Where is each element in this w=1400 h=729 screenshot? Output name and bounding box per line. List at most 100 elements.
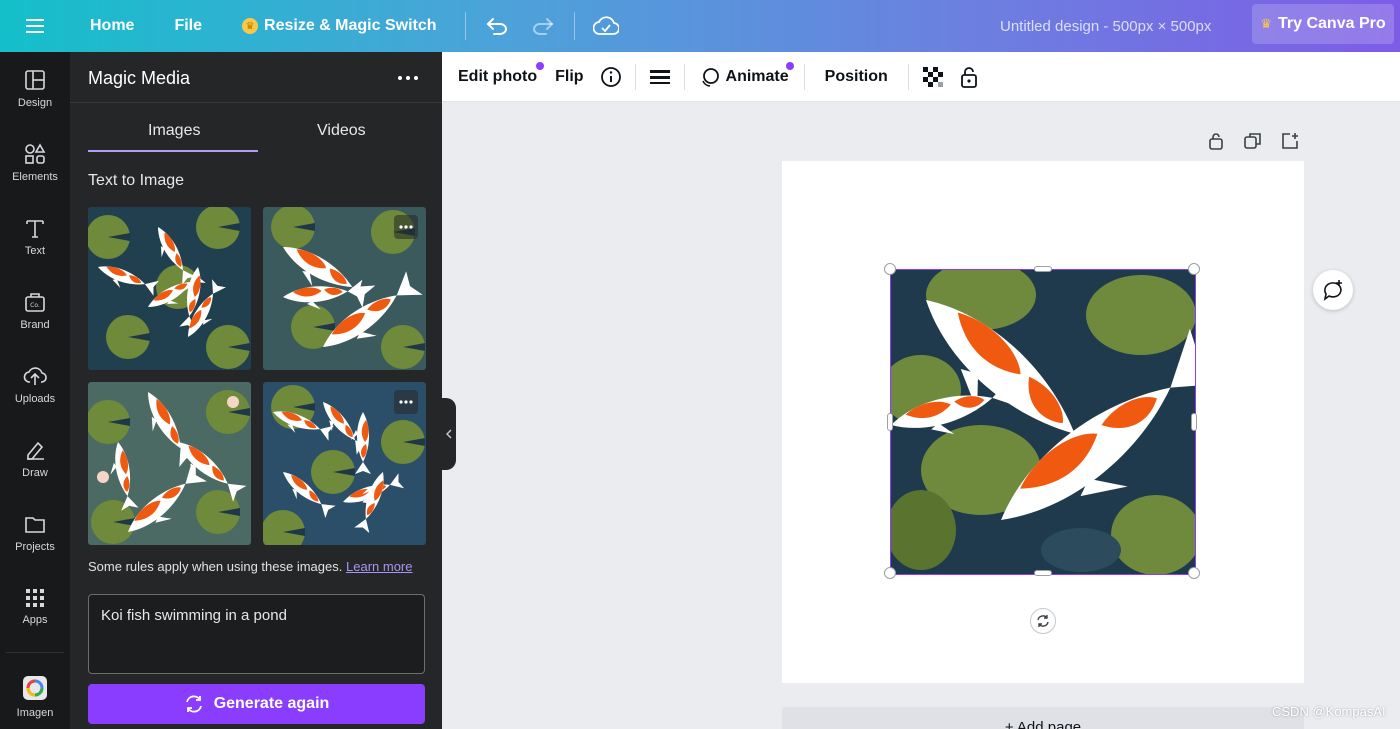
resize-handle-right[interactable]	[1191, 413, 1197, 431]
rail-label: Projects	[15, 541, 55, 553]
rail-item-draw[interactable]: Draw	[0, 424, 70, 494]
design-title[interactable]: Untitled design - 500px × 500px	[1000, 0, 1211, 52]
rail-item-brand[interactable]: Co. Brand	[0, 276, 70, 346]
flip-button[interactable]: Flip	[546, 52, 592, 102]
new-feature-dot	[536, 61, 545, 70]
section-title: Text to Image	[88, 172, 185, 189]
lock-icon	[1209, 133, 1223, 150]
rail-item-imagen[interactable]: Imagen	[0, 662, 70, 729]
resize-magic-switch-button[interactable]: ♛ Resize & Magic Switch	[222, 0, 457, 52]
collapse-panel-handle[interactable]	[442, 398, 456, 470]
rail-item-uploads[interactable]: Uploads	[0, 350, 70, 420]
resize-handle-top-left[interactable]	[884, 263, 896, 275]
animate-button[interactable]: Animate	[691, 52, 798, 102]
position-button[interactable]: Position	[811, 52, 902, 102]
rail-label: Brand	[20, 319, 50, 331]
panel-more-button[interactable]	[396, 66, 420, 90]
transparency-button[interactable]	[915, 52, 951, 102]
info-icon	[600, 66, 621, 87]
file-menu[interactable]: File	[154, 0, 222, 52]
add-page-icon	[1282, 133, 1298, 149]
learn-more-link[interactable]: Learn more	[346, 559, 412, 574]
watermark-text: CSDN @KompasAI	[1272, 704, 1386, 719]
rotate-handle[interactable]	[1030, 608, 1056, 634]
rail-label: Text	[24, 245, 46, 257]
chevron-left-icon	[446, 429, 452, 439]
lock-button[interactable]	[951, 52, 987, 102]
rail-label: Imagen	[16, 707, 54, 719]
edit-photo-label: Edit photo	[458, 67, 538, 85]
redo-icon	[532, 18, 553, 35]
duplicate-page-button[interactable]	[1242, 130, 1264, 152]
try-pro-label: Try Canva Pro	[1278, 15, 1386, 32]
generated-image-4[interactable]	[263, 382, 426, 545]
generated-image-1[interactable]	[88, 207, 251, 370]
toolbar-divider	[683, 63, 685, 90]
add-comment-button[interactable]	[1313, 270, 1353, 310]
image-more-button[interactable]	[394, 215, 418, 239]
animate-icon	[701, 67, 719, 87]
rail-item-design[interactable]: Design	[0, 54, 70, 124]
crown-icon: ♛	[242, 18, 259, 34]
undo-icon	[486, 18, 507, 35]
generate-again-button[interactable]: Generate again	[88, 684, 425, 724]
crown-icon: ♛	[1260, 16, 1273, 31]
magic-media-panel: Magic Media Images Videos Text to Image	[70, 52, 442, 729]
brand-icon: Co.	[25, 293, 45, 312]
image-more-button[interactable]	[394, 390, 418, 414]
usage-rules-text: Some rules apply when using these images…	[88, 559, 412, 574]
apps-icon	[26, 589, 44, 607]
lock-icon	[960, 66, 977, 88]
left-rail: Design Elements Text Co. Brand Uploads D…	[0, 52, 70, 729]
rail-label: Elements	[12, 171, 58, 183]
generate-label: Generate again	[213, 695, 330, 712]
tab-videos[interactable]: Videos	[317, 122, 366, 140]
resize-handle-bottom-right[interactable]	[1188, 567, 1200, 579]
resize-handle-bottom[interactable]	[1034, 570, 1052, 576]
prompt-textarea[interactable]: Koi fish swimming in a pond	[88, 594, 425, 674]
koi-pond-image	[88, 382, 251, 545]
rules-label: Some rules apply when using these images…	[88, 559, 343, 574]
generated-image-3[interactable]	[88, 382, 251, 545]
rail-item-projects[interactable]: Projects	[0, 498, 70, 568]
resize-handle-bottom-left[interactable]	[884, 567, 896, 579]
add-page-button-top[interactable]	[1279, 130, 1301, 152]
info-button[interactable]	[593, 52, 629, 102]
rail-label: Uploads	[14, 393, 56, 405]
topbar-divider	[573, 12, 575, 40]
rail-divider	[6, 652, 64, 653]
border-style-button[interactable]	[642, 52, 678, 102]
generated-image-2[interactable]	[263, 207, 426, 370]
rail-item-elements[interactable]: Elements	[0, 128, 70, 198]
rotate-icon	[1037, 615, 1049, 627]
undo-button[interactable]	[474, 0, 520, 52]
elements-icon	[25, 143, 46, 164]
design-icon	[25, 70, 45, 90]
resize-label: Resize & Magic Switch	[264, 17, 437, 34]
uploads-icon	[23, 367, 47, 385]
cloud-check-icon	[592, 16, 619, 35]
rail-label: Apps	[22, 614, 48, 626]
try-canva-pro-button[interactable]: ♛ Try Canva Pro	[1252, 4, 1394, 44]
top-bar: Home File ♛ Resize & Magic Switch Untitl…	[0, 0, 1400, 52]
rail-item-apps[interactable]: Apps	[0, 572, 70, 642]
svg-text:Co.: Co.	[30, 302, 40, 309]
resize-handle-top[interactable]	[1034, 266, 1052, 272]
rail-item-text[interactable]: Text	[0, 202, 70, 272]
main-menu-button[interactable]	[0, 0, 70, 52]
resize-handle-left[interactable]	[887, 413, 893, 431]
cloud-save-button[interactable]	[583, 0, 629, 52]
redo-button[interactable]	[520, 0, 566, 52]
tab-images[interactable]: Images	[148, 122, 200, 140]
context-toolbar: Edit photo Flip Animate Position	[442, 52, 1400, 102]
animate-label: Animate	[725, 67, 789, 85]
lock-page-button[interactable]	[1205, 130, 1227, 152]
more-horizontal-icon	[399, 225, 413, 229]
add-page-button[interactable]: + Add page	[782, 707, 1304, 729]
text-icon	[26, 220, 44, 238]
home-link[interactable]: Home	[70, 0, 154, 52]
edit-photo-button[interactable]: Edit photo	[449, 52, 546, 102]
duplicate-icon	[1244, 133, 1261, 149]
toolbar-divider	[803, 63, 805, 90]
resize-handle-top-right[interactable]	[1188, 263, 1200, 275]
